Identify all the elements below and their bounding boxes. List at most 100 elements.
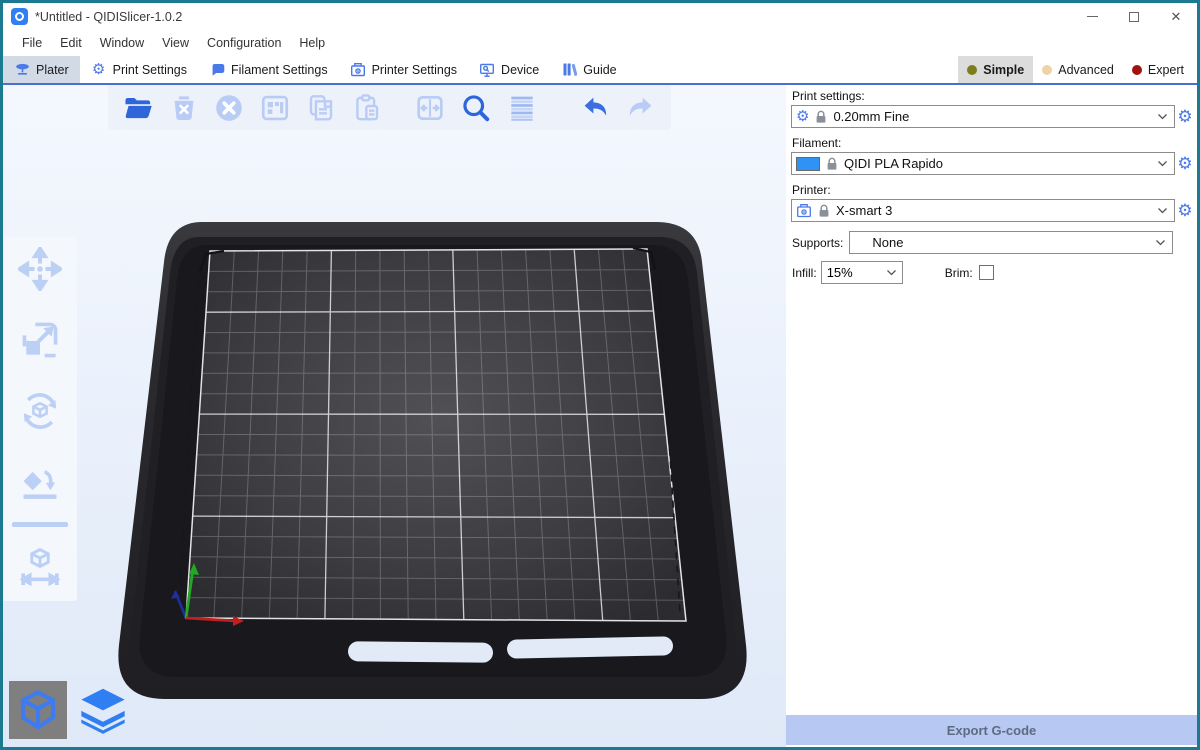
- viewport-3d[interactable]: [3, 85, 786, 747]
- menu-edit[interactable]: Edit: [51, 33, 91, 53]
- printer-label: Printer:: [792, 183, 1197, 197]
- filament-combo[interactable]: QIDI PLA Rapido: [791, 152, 1175, 175]
- infill-label: Infill:: [792, 266, 817, 280]
- editor-3d-view-button[interactable]: [9, 681, 67, 739]
- paste-icon: [351, 92, 383, 124]
- device-icon: [479, 62, 495, 78]
- chevron-down-icon: [1155, 239, 1166, 246]
- tab-label: Printer Settings: [372, 63, 457, 77]
- open-button[interactable]: [121, 91, 155, 125]
- mode-label: Simple: [983, 63, 1024, 77]
- supports-value: None: [854, 235, 903, 250]
- printer-gear-button[interactable]: ⚙: [1175, 202, 1195, 219]
- mode-label: Expert: [1148, 63, 1184, 77]
- print-settings-gear-button[interactable]: ⚙: [1175, 108, 1195, 125]
- print-settings-value: 0.20mm Fine: [833, 109, 909, 124]
- menu-view[interactable]: View: [153, 33, 198, 53]
- left-toolbar: [3, 237, 77, 601]
- tab-label: Print Settings: [113, 63, 187, 77]
- menu-configuration[interactable]: Configuration: [198, 33, 290, 53]
- plater-icon: [14, 62, 30, 78]
- mode-switcher: Simple Advanced Expert: [958, 56, 1197, 83]
- measure-button[interactable]: [18, 545, 62, 589]
- printer-value: X-smart 3: [836, 203, 892, 218]
- menu-help[interactable]: Help: [290, 33, 334, 53]
- advanced-dot-icon: [1042, 65, 1052, 75]
- place-on-face-button[interactable]: [18, 460, 62, 504]
- brim-checkbox[interactable]: [979, 265, 994, 280]
- tab-plater[interactable]: Plater: [3, 56, 80, 83]
- variable-layer-height-button[interactable]: [505, 91, 539, 125]
- filament-color-swatch: [796, 157, 820, 171]
- view-toggles: [9, 681, 132, 739]
- preview-view-button[interactable]: [74, 681, 132, 739]
- printer-icon: [796, 203, 812, 219]
- rotate-icon: [18, 389, 62, 433]
- window-title: *Untitled - QIDISlicer-1.0.2: [35, 10, 182, 24]
- guide-icon: [561, 62, 577, 78]
- print-bed: [3, 85, 786, 747]
- supports-combo[interactable]: None: [849, 231, 1173, 254]
- gear-icon: ⚙: [91, 62, 107, 78]
- print-settings-combo[interactable]: ⚙ 0.20mm Fine: [791, 105, 1175, 128]
- copy-button[interactable]: [304, 91, 338, 125]
- copy-icon: [305, 92, 337, 124]
- scale-icon: [18, 318, 62, 362]
- export-gcode-label: Export G-code: [947, 723, 1037, 738]
- paste-button[interactable]: [350, 91, 384, 125]
- undo-button[interactable]: [579, 91, 613, 125]
- gear-icon: ⚙: [1177, 108, 1192, 125]
- menu-file[interactable]: File: [13, 33, 51, 53]
- arrange-button[interactable]: [258, 91, 292, 125]
- chevron-down-icon: [1157, 113, 1168, 120]
- delete-all-button[interactable]: [212, 91, 246, 125]
- tab-guide[interactable]: Guide: [550, 56, 627, 83]
- maximize-button[interactable]: [1113, 3, 1155, 30]
- redo-button[interactable]: [624, 91, 658, 125]
- menu-window[interactable]: Window: [91, 33, 153, 53]
- close-button[interactable]: ✕: [1155, 3, 1197, 30]
- mode-label: Advanced: [1058, 63, 1114, 77]
- app-logo-icon: [11, 8, 28, 25]
- top-toolbar: [108, 85, 671, 130]
- tab-filament-settings[interactable]: Filament Settings: [198, 56, 339, 83]
- search-button[interactable]: [459, 91, 493, 125]
- rotate-button[interactable]: [18, 389, 62, 433]
- tab-label: Filament Settings: [231, 63, 328, 77]
- tab-device[interactable]: Device: [468, 56, 550, 83]
- filament-label: Filament:: [792, 136, 1197, 150]
- tab-label: Guide: [583, 63, 616, 77]
- export-gcode-button[interactable]: Export G-code: [786, 715, 1197, 745]
- lock-icon: [826, 157, 838, 171]
- chevron-down-icon: [1157, 207, 1168, 214]
- delete-all-icon: [213, 92, 245, 124]
- tab-print-settings[interactable]: ⚙ Print Settings: [80, 56, 198, 83]
- mode-simple[interactable]: Simple: [958, 56, 1033, 83]
- infill-combo[interactable]: 15%: [821, 261, 903, 284]
- scale-button[interactable]: [18, 318, 62, 362]
- minimize-button[interactable]: [1071, 3, 1113, 30]
- printer-icon: [350, 62, 366, 78]
- close-icon: ✕: [1171, 9, 1182, 25]
- open-folder-icon: [122, 92, 154, 124]
- brim-label: Brim:: [945, 266, 973, 280]
- filament-gear-button[interactable]: ⚙: [1175, 155, 1195, 172]
- printer-combo[interactable]: X-smart 3: [791, 199, 1175, 222]
- lock-icon: [815, 110, 827, 124]
- lock-icon: [818, 204, 830, 218]
- flatten-icon: [18, 460, 62, 504]
- mode-expert[interactable]: Expert: [1123, 56, 1193, 83]
- menu-bar: File Edit Window View Configuration Help: [3, 30, 1197, 56]
- move-button[interactable]: [18, 247, 62, 291]
- gear-icon: ⚙: [1177, 155, 1192, 172]
- preview-layers-icon: [77, 684, 129, 736]
- split-button[interactable]: [413, 91, 447, 125]
- print-settings-label: Print settings:: [792, 89, 1197, 103]
- tab-bar: Plater ⚙ Print Settings Filament Setting…: [3, 56, 1197, 85]
- maximize-icon: [1129, 12, 1139, 22]
- expert-dot-icon: [1132, 65, 1142, 75]
- delete-button[interactable]: [167, 91, 201, 125]
- tab-printer-settings[interactable]: Printer Settings: [339, 56, 468, 83]
- redo-icon: [625, 92, 657, 124]
- mode-advanced[interactable]: Advanced: [1033, 56, 1123, 83]
